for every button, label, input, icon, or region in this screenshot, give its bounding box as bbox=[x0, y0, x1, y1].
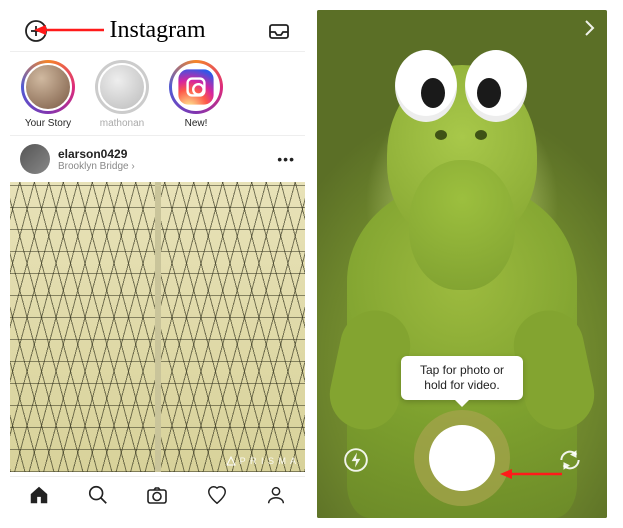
shutter-ring bbox=[414, 410, 510, 506]
post-image[interactable]: P R I S M A bbox=[10, 182, 305, 472]
tab-home[interactable] bbox=[28, 484, 50, 511]
camera-flip[interactable] bbox=[557, 447, 583, 478]
chevron-right-icon bbox=[579, 18, 599, 38]
add-story-button[interactable] bbox=[18, 18, 54, 44]
camera-icon bbox=[145, 483, 169, 507]
tab-camera[interactable] bbox=[145, 483, 169, 512]
inbox-icon bbox=[267, 19, 291, 43]
story-camera-screen: Tap for photo or hold for video. bbox=[317, 10, 607, 518]
shutter-button[interactable] bbox=[429, 425, 495, 491]
tab-profile[interactable] bbox=[265, 484, 287, 511]
heart-icon bbox=[206, 484, 228, 506]
post-more-button[interactable]: ••• bbox=[277, 151, 295, 167]
tab-bar bbox=[10, 476, 305, 518]
tab-activity[interactable] bbox=[206, 484, 228, 511]
feed-header: Instagram bbox=[10, 10, 305, 52]
camera-controls bbox=[317, 398, 607, 518]
prisma-watermark: P R I S M A bbox=[226, 456, 297, 466]
tutorial-composite: Instagram Your Story mathonan New! bbox=[0, 0, 623, 528]
home-icon bbox=[28, 484, 50, 506]
instagram-feed-screen: Instagram Your Story mathonan New! bbox=[10, 10, 305, 518]
tab-search[interactable] bbox=[87, 484, 109, 511]
story-label: New! bbox=[185, 118, 208, 129]
stories-tray: Your Story mathonan New! bbox=[10, 52, 305, 136]
post-user-block[interactable]: elarson0429 Brooklyn Bridge › bbox=[58, 147, 135, 172]
story-label: mathonan bbox=[100, 118, 144, 129]
app-logo: Instagram bbox=[110, 17, 206, 44]
flash-icon bbox=[343, 447, 369, 473]
story-mathonan[interactable]: mathonan bbox=[90, 60, 154, 129]
story-your-story[interactable]: Your Story bbox=[16, 60, 80, 129]
post-username: elarson0429 bbox=[58, 147, 135, 161]
post-location: Brooklyn Bridge › bbox=[58, 161, 135, 172]
search-icon bbox=[87, 484, 109, 506]
person-icon bbox=[265, 484, 287, 506]
avatar bbox=[172, 63, 220, 111]
flash-toggle[interactable] bbox=[343, 447, 369, 478]
flip-camera-icon bbox=[557, 447, 583, 473]
next-button[interactable] bbox=[579, 18, 599, 43]
story-label: Your Story bbox=[25, 118, 71, 129]
post-avatar[interactable] bbox=[20, 144, 50, 174]
post-header: elarson0429 Brooklyn Bridge › ••• bbox=[10, 136, 305, 182]
avatar bbox=[98, 63, 146, 111]
shutter-tooltip: Tap for photo or hold for video. bbox=[401, 356, 523, 400]
inbox-button[interactable] bbox=[261, 19, 297, 43]
plus-circle-icon bbox=[23, 18, 49, 44]
brooklyn-bridge-photo bbox=[10, 182, 305, 472]
story-new[interactable]: New! bbox=[164, 60, 228, 129]
avatar bbox=[24, 63, 72, 111]
